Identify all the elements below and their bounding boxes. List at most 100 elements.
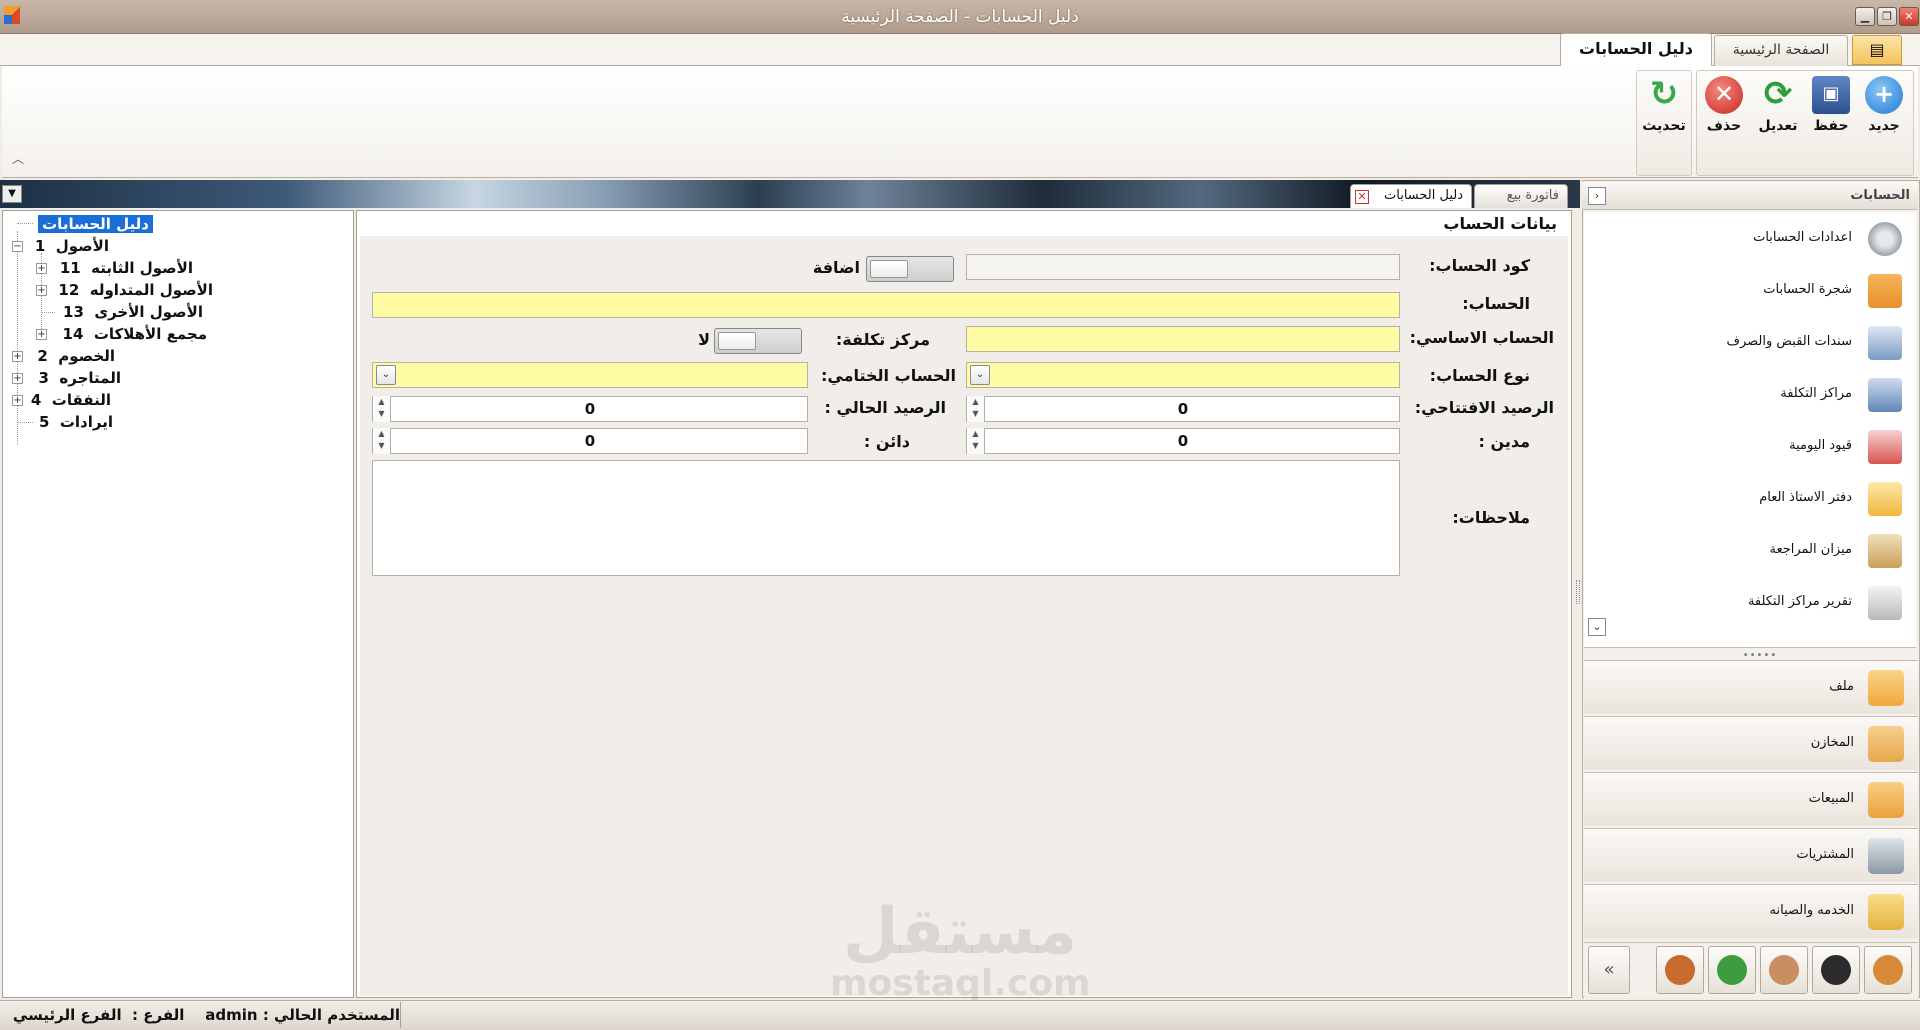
splitter-handle[interactable]: [1576, 580, 1580, 604]
quick-access-menu-icon[interactable]: ▤: [1852, 35, 1902, 65]
user-button[interactable]: [1760, 946, 1808, 994]
tree-node-5[interactable]: ايرادات 5: [39, 411, 113, 433]
maximize-button[interactable]: ❐: [1877, 7, 1897, 26]
collapse-icon[interactable]: −: [12, 241, 23, 252]
cart-icon: [1868, 838, 1904, 874]
add-toggle[interactable]: [866, 256, 954, 282]
minimize-button[interactable]: ▁: [1855, 7, 1875, 26]
current-balance-field[interactable]: ▲ ▼ 0: [372, 396, 808, 422]
account-name-field[interactable]: [372, 292, 1400, 318]
voucher-icon: [1868, 326, 1902, 360]
category-stores[interactable]: المخازن: [1584, 716, 1918, 770]
tree-dropdown-icon[interactable]: ▼: [2, 185, 22, 203]
save-button[interactable]: ▣ حفظ: [1807, 76, 1855, 142]
category-purchases[interactable]: المشتريات: [1584, 828, 1918, 882]
tree-node-14[interactable]: مجمع الأهلاكات 14: [63, 323, 207, 345]
user-dark-button[interactable]: [1812, 946, 1860, 994]
final-account-select[interactable]: ⌄: [372, 362, 808, 388]
account-label: الحساب:: [1462, 294, 1530, 313]
tree-node-4[interactable]: النفقات 4: [31, 389, 111, 411]
spinner-icon[interactable]: ▲ ▼: [967, 396, 985, 422]
debit-field[interactable]: ▲ ▼ 0: [966, 428, 1400, 454]
nav-item-label: اعدادات الحسابات: [1753, 230, 1852, 245]
user-dark-icon: [1821, 955, 1851, 985]
final-account-label: الحساب الختامي:: [820, 366, 956, 385]
tree-node-13[interactable]: الأصول الأخرى 13: [63, 301, 203, 323]
nav-item-cost-centers[interactable]: مراكز التكلفة: [1590, 376, 1908, 416]
tree-icon: [1868, 274, 1902, 308]
category-file[interactable]: ملف: [1584, 660, 1918, 714]
refresh-button[interactable]: ↻ تحديث: [1640, 76, 1688, 142]
collapse-nav-icon[interactable]: ›: [1588, 187, 1606, 205]
debit-value: 0: [1177, 432, 1189, 450]
nav-item-general-ledger[interactable]: دفتر الاستاذ العام: [1590, 480, 1908, 520]
report-icon: [1868, 586, 1902, 620]
status-separator: [400, 1002, 401, 1028]
expand-icon[interactable]: +: [12, 351, 23, 362]
more-buttons-icon[interactable]: «: [1588, 946, 1630, 994]
category-sales[interactable]: المبيعات: [1584, 772, 1918, 826]
form-title: بيانات الحساب: [1443, 214, 1557, 233]
nav-item-label: تقرير مراكز التكلفة: [1747, 594, 1852, 609]
nav-item-accounts-tree[interactable]: شجرة الحسابات: [1590, 272, 1908, 312]
spinner-icon[interactable]: ▲ ▼: [967, 428, 985, 454]
nav-item-trial-balance[interactable]: ميزان المراجعة: [1590, 532, 1908, 572]
scroll-down-icon[interactable]: ⌄: [1588, 618, 1606, 636]
status-user-branch: المستخدم الحالي : admin الفرع : الفرع ال…: [12, 1006, 400, 1024]
spinner-icon[interactable]: ▲ ▼: [373, 428, 391, 454]
nav-item-cost-center-report[interactable]: تقرير مراكز التكلفة: [1590, 584, 1908, 624]
opening-balance-field[interactable]: ▲ ▼ 0: [966, 396, 1400, 422]
credit-field[interactable]: ▲ ▼ 0: [372, 428, 808, 454]
tree-node-1[interactable]: الأصول 1: [35, 235, 109, 257]
notes-label: ملاحظات:: [1452, 508, 1530, 527]
close-tab-icon[interactable]: ✕: [1355, 190, 1369, 204]
close-window-button[interactable]: ✕: [1899, 7, 1919, 26]
expand-icon[interactable]: +: [36, 263, 47, 274]
expand-icon[interactable]: +: [12, 373, 23, 384]
tab-chart-of-accounts[interactable]: دليل الحسابات: [1560, 33, 1712, 66]
header-banner-image: [0, 180, 1580, 208]
nav-item-vouchers[interactable]: سندات القبض والصرف: [1590, 324, 1908, 364]
tab-home[interactable]: الصفحة الرئيسية: [1714, 35, 1848, 66]
new-button-label: جديد: [1868, 118, 1900, 134]
nav-item-journal-entries[interactable]: قيود اليومية: [1590, 428, 1908, 468]
doc-tab-sales-invoice[interactable]: فاتورة بيع: [1474, 184, 1568, 208]
scale-icon: [1868, 534, 1902, 568]
notes-textarea[interactable]: [372, 460, 1400, 576]
nav-item-label: مراكز التكلفة: [1780, 386, 1852, 401]
users-button[interactable]: [1864, 946, 1912, 994]
money-icon: [1717, 955, 1747, 985]
desk-user-button[interactable]: [1656, 946, 1704, 994]
opening-balance-value: 0: [1177, 400, 1189, 418]
bus-icon: [1868, 894, 1904, 930]
expand-icon[interactable]: +: [12, 395, 23, 406]
tree-node-3[interactable]: المتاجره 3: [39, 367, 121, 389]
chevron-down-icon[interactable]: ⌄: [970, 365, 990, 385]
nav-item-label: دفتر الاستاذ العام: [1759, 490, 1852, 505]
main-account-field[interactable]: [966, 326, 1400, 352]
ribbon-collapse-icon[interactable]: ︿: [12, 150, 24, 167]
category-label: المخازن: [1810, 735, 1854, 750]
edit-button[interactable]: ⟳ تعديل: [1754, 76, 1802, 142]
account-type-select[interactable]: ⌄: [966, 362, 1400, 388]
tree-node-2[interactable]: الخصوم 2: [37, 345, 115, 367]
expand-icon[interactable]: +: [36, 285, 47, 296]
account-code-field[interactable]: [966, 254, 1400, 280]
spinner-icon[interactable]: ▲ ▼: [373, 396, 391, 422]
cost-center-toggle[interactable]: [714, 328, 802, 354]
money-button[interactable]: [1708, 946, 1756, 994]
delete-button[interactable]: ✕ حذف: [1700, 76, 1748, 142]
debit-label: مدين :: [1478, 432, 1530, 451]
plus-icon: +: [1865, 76, 1903, 114]
category-service-maintenance[interactable]: الخدمه والصيانه: [1584, 884, 1918, 938]
chevron-down-icon[interactable]: ⌄: [376, 365, 396, 385]
calendar-icon: [1868, 430, 1902, 464]
tree-root-node[interactable]: دليل الحسابات: [38, 215, 153, 233]
tree-node-12[interactable]: الأصول المتداوله 12: [58, 279, 213, 301]
refresh-button-label: تحديث: [1642, 118, 1686, 134]
expand-icon[interactable]: +: [36, 329, 47, 340]
nav-item-account-settings[interactable]: اعدادات الحسابات: [1590, 220, 1908, 260]
tree-node-11[interactable]: الأصول الثابته 11: [60, 257, 193, 279]
watermark-logo: مستقل mostaql.com: [830, 895, 1091, 1004]
new-button[interactable]: + جديد: [1860, 76, 1908, 142]
